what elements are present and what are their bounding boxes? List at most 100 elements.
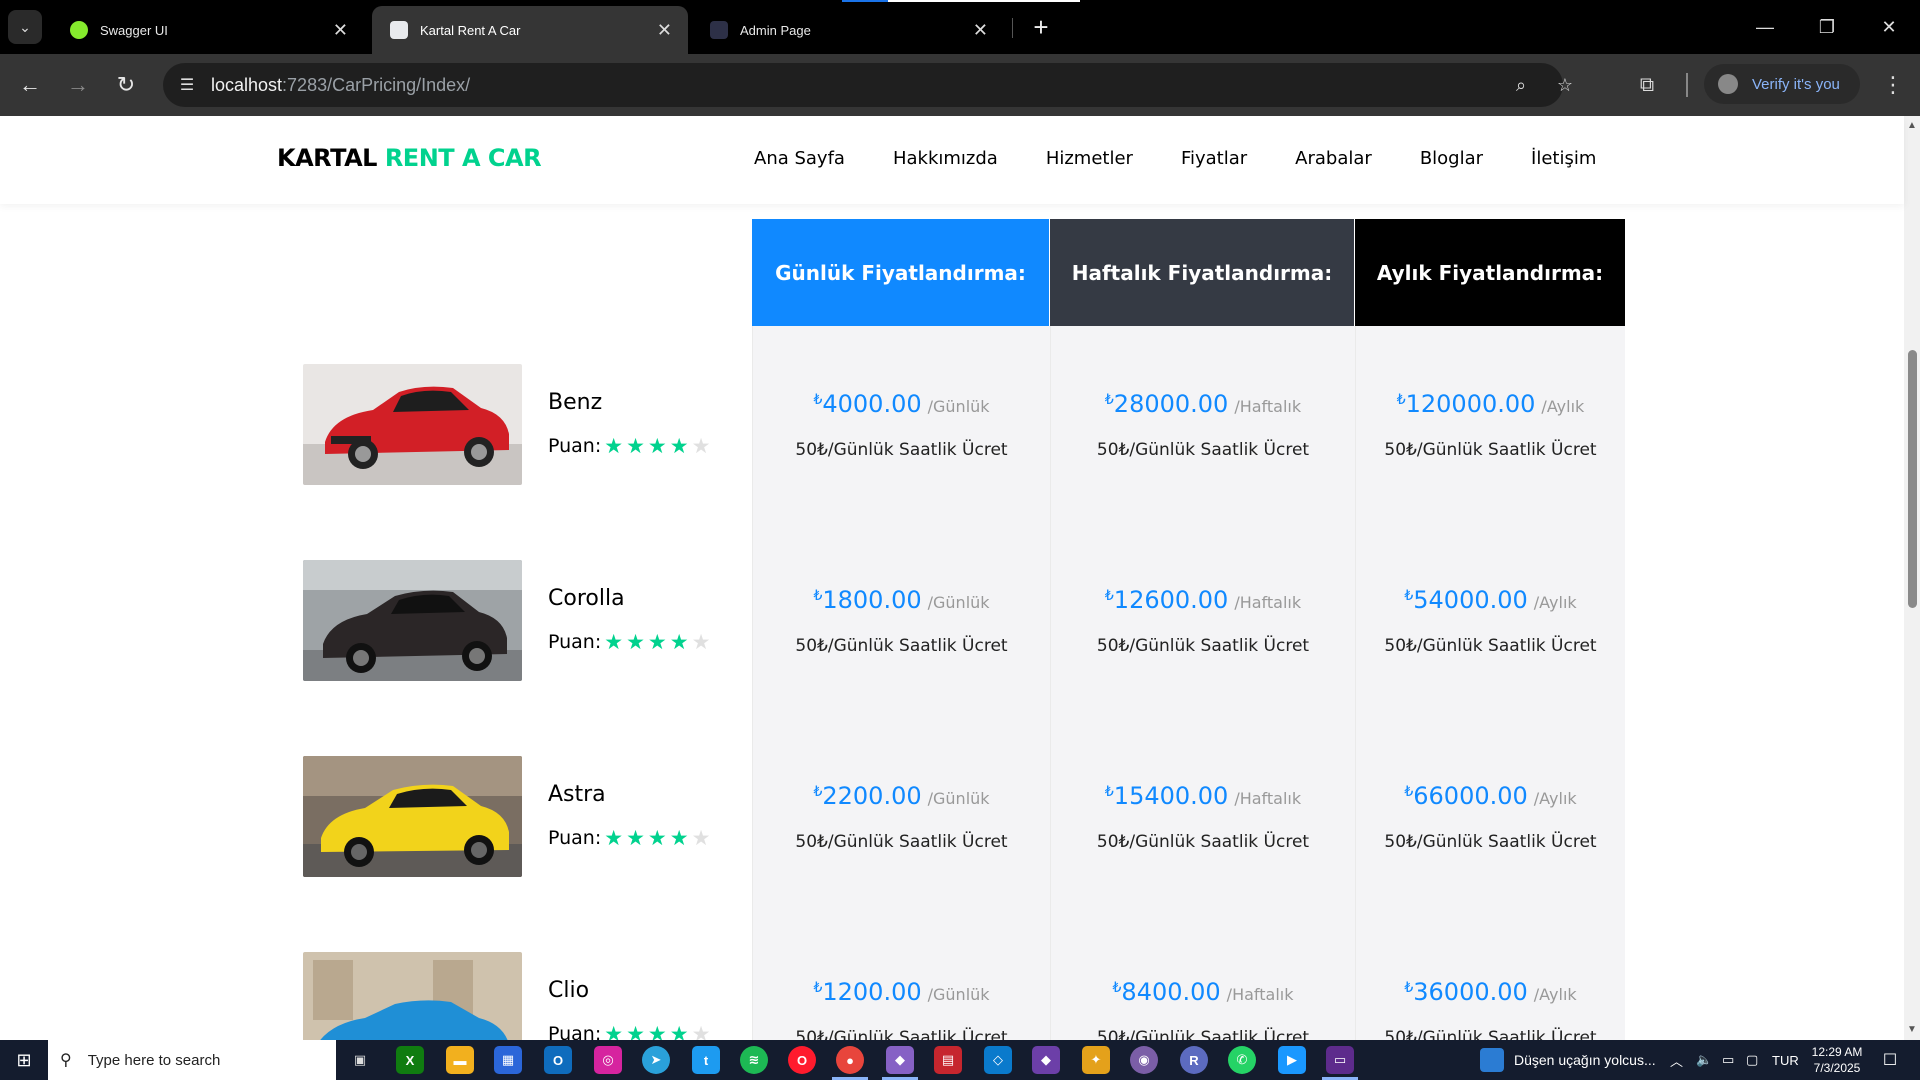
back-icon[interactable]: ← xyxy=(12,67,48,103)
car-image-clio[interactable] xyxy=(303,952,522,1040)
zoom-icon[interactable]: ⌕ xyxy=(1509,73,1533,97)
site-info-icon[interactable]: ☰ xyxy=(175,73,199,97)
restore-icon[interactable]: ❐ xyxy=(1804,10,1850,44)
network-icon[interactable]: ▢ xyxy=(1746,1040,1758,1080)
r-app-icon[interactable]: R xyxy=(1180,1046,1208,1074)
taskbar-search[interactable]: ⚲ Type here to search xyxy=(48,1040,336,1080)
menu-item-about[interactable]: Hakkımızda xyxy=(893,148,998,169)
task-view-icon[interactable]: ▣ xyxy=(346,1046,374,1074)
close-tab-icon[interactable]: ✕ xyxy=(333,20,348,41)
profile-label: Verify it's you xyxy=(1752,75,1840,93)
tools-icon[interactable]: ✦ xyxy=(1082,1046,1110,1074)
car-cell: Corolla Puan: ★ ★ ★ ★ ★ xyxy=(277,522,752,718)
store-icon[interactable]: ▦ xyxy=(494,1046,522,1074)
profile-button[interactable]: Verify it's you xyxy=(1704,64,1860,104)
browser-toolbar: ← → ↻ ☰ localhost:7283/CarPricing/Index/… xyxy=(0,54,1920,116)
minimize-icon[interactable]: — xyxy=(1742,10,1788,44)
bookmark-star-icon[interactable]: ☆ xyxy=(1553,73,1577,97)
tab-kartal[interactable]: Kartal Rent A Car ✕ xyxy=(372,6,688,54)
star-filled-icon: ★ xyxy=(604,630,624,654)
url-text[interactable]: localhost:7283/CarPricing/Index/ xyxy=(211,75,470,96)
star-filled-icon: ★ xyxy=(626,826,645,850)
scroll-up-icon[interactable]: ▲ xyxy=(1906,120,1918,132)
windows-start-icon[interactable]: ⊞ xyxy=(0,1040,48,1080)
browser-menu-icon[interactable]: ⋮ xyxy=(1878,68,1908,102)
star-filled-icon: ★ xyxy=(647,826,667,850)
spotify-icon[interactable]: ≋ xyxy=(740,1046,768,1074)
star-filled-icon: ★ xyxy=(604,434,624,458)
tab-search-button[interactable]: ⌄ xyxy=(8,10,42,44)
car-name: Corolla xyxy=(548,586,625,611)
hourly-note: 50₺/Günlük Saatlik Ücret xyxy=(1096,440,1310,460)
opera-icon[interactable]: O xyxy=(788,1046,816,1074)
scroll-thumb[interactable] xyxy=(1908,350,1917,608)
rating-label: Puan: xyxy=(548,1023,602,1040)
menu-item-pricing[interactable]: Fiyatlar xyxy=(1181,148,1247,169)
toolbox-icon[interactable]: ▤ xyxy=(934,1046,962,1074)
taskbar-clock[interactable]: 12:29 AM 7/3/2025 xyxy=(1808,1044,1866,1076)
menu-item-blogs[interactable]: Bloglar xyxy=(1420,148,1483,169)
tor-icon[interactable]: ◉ xyxy=(1130,1046,1158,1074)
scroll-down-icon[interactable]: ▼ xyxy=(1906,1024,1918,1036)
menu-item-contact[interactable]: İletişim xyxy=(1531,148,1596,169)
tray-chevron-icon[interactable]: ︿ xyxy=(1670,1040,1683,1080)
price-cell-weekly: ₺8400.00/Haftalık 50₺/Günlük Saatlik Ücr… xyxy=(1050,914,1355,1040)
visual-studio-2-icon[interactable]: ◆ xyxy=(1032,1046,1060,1074)
price-monthly: ₺36000.00/Aylık xyxy=(1404,978,1577,1006)
language-indicator[interactable]: TUR xyxy=(1772,1040,1799,1080)
tab-swagger[interactable]: Swagger UI ✕ xyxy=(52,6,364,54)
car-image-astra[interactable] xyxy=(303,756,522,877)
visual-studio-icon[interactable]: ◆ xyxy=(886,1046,914,1074)
menu-item-home[interactable]: Ana Sayfa xyxy=(754,148,845,169)
notification-icon[interactable]: ☐ xyxy=(1878,1048,1902,1072)
hourly-note: 50₺/Günlük Saatlik Ücret xyxy=(1384,636,1597,656)
car-image-corolla[interactable] xyxy=(303,560,522,681)
car-image-benz[interactable] xyxy=(303,364,522,485)
battery-icon[interactable]: ▭ xyxy=(1722,1040,1734,1080)
forward-icon[interactable]: → xyxy=(60,67,96,103)
menu-item-services[interactable]: Hizmetler xyxy=(1046,148,1133,169)
price-cell-monthly: ₺66000.00/Aylık 50₺/Günlük Saatlik Ücret xyxy=(1355,718,1625,914)
header-weekly-pricing: Haftalık Fiyatlandırma: xyxy=(1050,219,1354,326)
menu-item-cars[interactable]: Arabalar xyxy=(1295,148,1372,169)
price-cell-daily: ₺1800.00/Günlük 50₺/Günlük Saatlik Ücret xyxy=(752,522,1050,718)
close-tab-icon[interactable]: ✕ xyxy=(973,20,988,41)
chrome-icon[interactable]: ● xyxy=(836,1046,864,1074)
xbox-icon[interactable]: X xyxy=(396,1046,424,1074)
terminal-icon[interactable]: ▭ xyxy=(1326,1046,1354,1074)
star-filled-icon: ★ xyxy=(669,826,689,850)
extensions-icon[interactable]: ⧉ xyxy=(1632,70,1662,100)
new-tab-button[interactable]: + xyxy=(1024,10,1058,44)
star-filled-icon: ★ xyxy=(647,1022,667,1040)
file-explorer-icon[interactable]: ▬ xyxy=(446,1046,474,1074)
vscode-icon[interactable]: ◇ xyxy=(984,1046,1012,1074)
reload-icon[interactable]: ↻ xyxy=(108,67,144,103)
news-widget[interactable]: Düşen uçağın yolcus... xyxy=(1480,1040,1656,1080)
page-scrollbar[interactable]: ▲ ▼ xyxy=(1904,116,1920,1040)
instagram-icon[interactable]: ◎ xyxy=(594,1046,622,1074)
hourly-note: 50₺/Günlük Saatlik Ücret xyxy=(795,636,1008,656)
clock-time: 12:29 AM xyxy=(1811,1045,1863,1059)
price-daily: ₺2200.00/Günlük xyxy=(813,782,990,810)
whatsapp-icon[interactable]: ✆ xyxy=(1228,1046,1256,1074)
star-filled-icon: ★ xyxy=(647,630,667,654)
close-tab-icon[interactable]: ✕ xyxy=(657,20,672,41)
outlook-icon[interactable]: O xyxy=(544,1046,572,1074)
loading-indicator-track xyxy=(888,0,1080,2)
car-name: Astra xyxy=(548,782,606,807)
prime-video-icon[interactable]: ▶ xyxy=(1278,1046,1306,1074)
volume-icon[interactable]: 🔈 xyxy=(1696,1040,1712,1080)
star-filled-icon: ★ xyxy=(669,1022,689,1040)
star-filled-icon: ★ xyxy=(604,826,624,850)
site-logo[interactable]: KARTAL RENT A CAR xyxy=(277,144,542,172)
tab-admin[interactable]: Admin Page ✕ xyxy=(692,6,1004,54)
telegram-icon[interactable]: ➤ xyxy=(642,1046,670,1074)
loading-indicator xyxy=(842,0,888,2)
price-cell-weekly: ₺28000.00/Haftalık 50₺/Günlük Saatlik Üc… xyxy=(1050,326,1355,522)
hourly-note: 50₺/Günlük Saatlik Ücret xyxy=(1096,832,1310,852)
twitter-icon[interactable]: t xyxy=(692,1046,720,1074)
hourly-note: 50₺/Günlük Saatlik Ücret xyxy=(1096,1028,1310,1040)
address-bar[interactable]: ☰ localhost:7283/CarPricing/Index/ ⌕ ☆ xyxy=(163,63,1573,107)
window-close-icon[interactable]: ✕ xyxy=(1866,10,1912,44)
windows-taskbar: ⊞ ⚲ Type here to search ▣ X ▬ ▦ O ◎ ➤ t … xyxy=(0,1040,1920,1080)
